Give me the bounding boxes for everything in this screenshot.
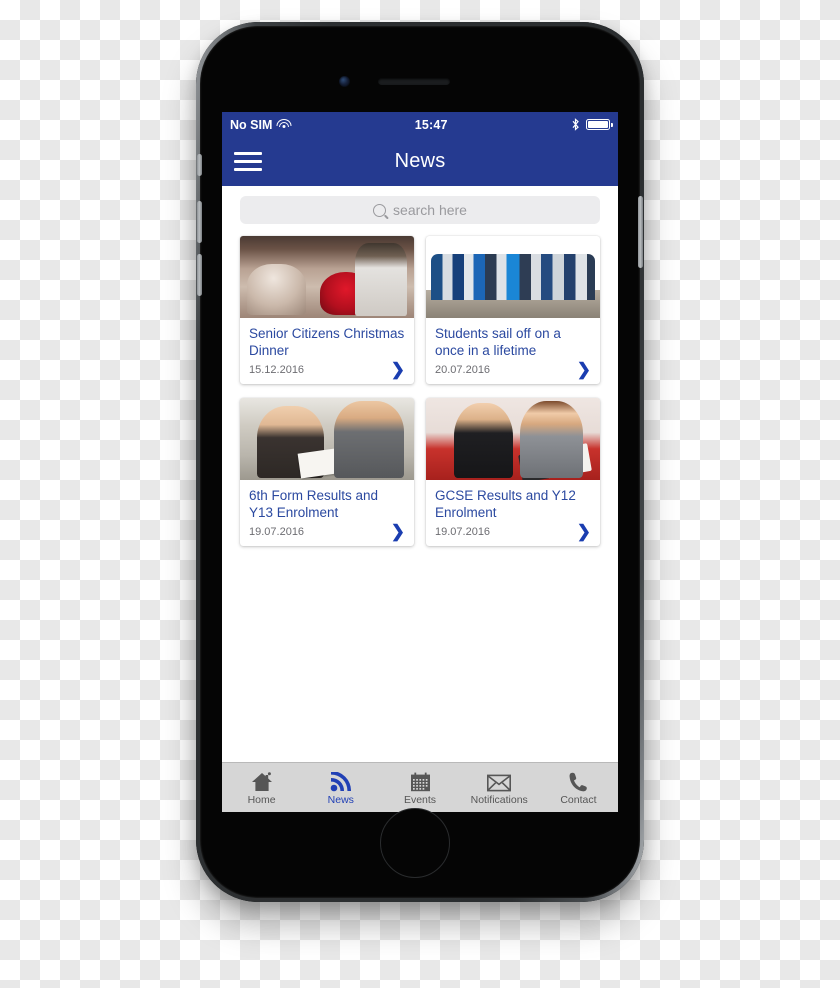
chevron-right-icon[interactable]: ❯ (391, 523, 405, 540)
news-card-footer: 19.07.2016 ❯ (249, 523, 405, 540)
news-card[interactable]: Senior Citizens Christmas Dinner 15.12.2… (240, 236, 414, 384)
app-navigation-bar: News (222, 137, 618, 186)
chevron-right-icon[interactable]: ❯ (577, 523, 591, 540)
page-title: News (394, 150, 446, 172)
battery-full-icon (586, 119, 613, 130)
tab-events[interactable]: Events (380, 763, 459, 812)
news-card-date: 15.12.2016 (249, 364, 305, 376)
news-card[interactable]: GCSE Results and Y12 Enrolment 19.07.201… (426, 398, 600, 546)
tab-news[interactable]: News (301, 763, 380, 812)
bluetooth-icon (572, 118, 579, 131)
search-icon (373, 203, 387, 217)
silent-switch-button[interactable] (197, 154, 202, 176)
news-card-footer: 20.07.2016 ❯ (435, 361, 591, 378)
tab-label: Events (403, 793, 437, 806)
calendar-icon (410, 770, 431, 792)
news-card-date: 19.07.2016 (435, 526, 491, 538)
news-card-body: Students sail off on a once in a lifetim… (426, 318, 600, 384)
tab-label: Notifications (470, 793, 528, 806)
phone-icon (569, 770, 588, 792)
news-card-body: 6th Form Results and Y13 Enrolment 19.07… (240, 480, 414, 546)
tab-notifications[interactable]: Notifications (460, 763, 539, 812)
news-card[interactable]: 6th Form Results and Y13 Enrolment 19.07… (240, 398, 414, 546)
news-card-title: Senior Citizens Christmas Dinner (249, 326, 405, 358)
news-card-date: 20.07.2016 (435, 364, 491, 376)
earpiece-speaker (378, 78, 450, 85)
news-card-footer: 19.07.2016 ❯ (435, 523, 591, 540)
chevron-right-icon[interactable]: ❯ (577, 361, 591, 378)
tab-contact[interactable]: Contact (539, 763, 618, 812)
status-bar-left: No SIM (230, 117, 292, 132)
news-card-footer: 15.12.2016 ❯ (249, 361, 405, 378)
news-card-body: GCSE Results and Y12 Enrolment 19.07.201… (426, 480, 600, 546)
search-placeholder: search here (393, 202, 467, 218)
hamburger-menu-icon[interactable] (234, 151, 262, 172)
volume-up-button[interactable] (197, 201, 202, 243)
tab-home[interactable]: Home (222, 763, 301, 812)
news-card-title: Students sail off on a once in a lifetim… (435, 326, 561, 358)
chevron-right-icon[interactable]: ❯ (391, 361, 405, 378)
home-icon (251, 770, 273, 792)
home-button[interactable] (380, 808, 450, 878)
status-bar: No SIM 15:47 (222, 112, 618, 137)
clock-label: 15:47 (414, 117, 448, 132)
news-card-date: 19.07.2016 (249, 526, 305, 538)
front-camera-icon (339, 76, 350, 87)
tab-label: Home (247, 793, 276, 806)
news-card-body: Senior Citizens Christmas Dinner 15.12.2… (240, 318, 414, 384)
search-input[interactable]: search here (240, 196, 600, 224)
bottom-tab-bar: Home News Events Notifications Contact (222, 762, 618, 812)
rss-icon (330, 770, 352, 792)
envelope-icon (487, 770, 512, 792)
wifi-icon (276, 119, 292, 130)
news-card-photo (240, 398, 414, 480)
news-card-title: GCSE Results and Y12 Enrolment (435, 488, 576, 520)
power-button[interactable] (638, 196, 643, 268)
status-bar-right (571, 118, 613, 131)
tab-label: News (327, 793, 354, 806)
news-card-photo (426, 398, 600, 480)
phone-bezel: No SIM 15:47 News search here Senior Cit… (197, 26, 643, 898)
search-bar-container: search here (222, 186, 618, 224)
phone-screen: No SIM 15:47 News search here Senior Cit… (222, 112, 618, 812)
news-card-photo (426, 236, 600, 318)
news-content-area: search here Senior Citizens Christmas Di… (222, 186, 618, 762)
tab-label: Contact (560, 793, 597, 806)
news-card[interactable]: Students sail off on a once in a lifetim… (426, 236, 600, 384)
carrier-label: No SIM (230, 117, 273, 132)
news-card-photo (240, 236, 414, 318)
iphone-device: No SIM 15:47 News search here Senior Cit… (196, 22, 644, 902)
volume-down-button[interactable] (197, 254, 202, 296)
news-card-title: 6th Form Results and Y13 Enrolment (249, 488, 379, 520)
news-card-grid: Senior Citizens Christmas Dinner 15.12.2… (222, 224, 618, 546)
